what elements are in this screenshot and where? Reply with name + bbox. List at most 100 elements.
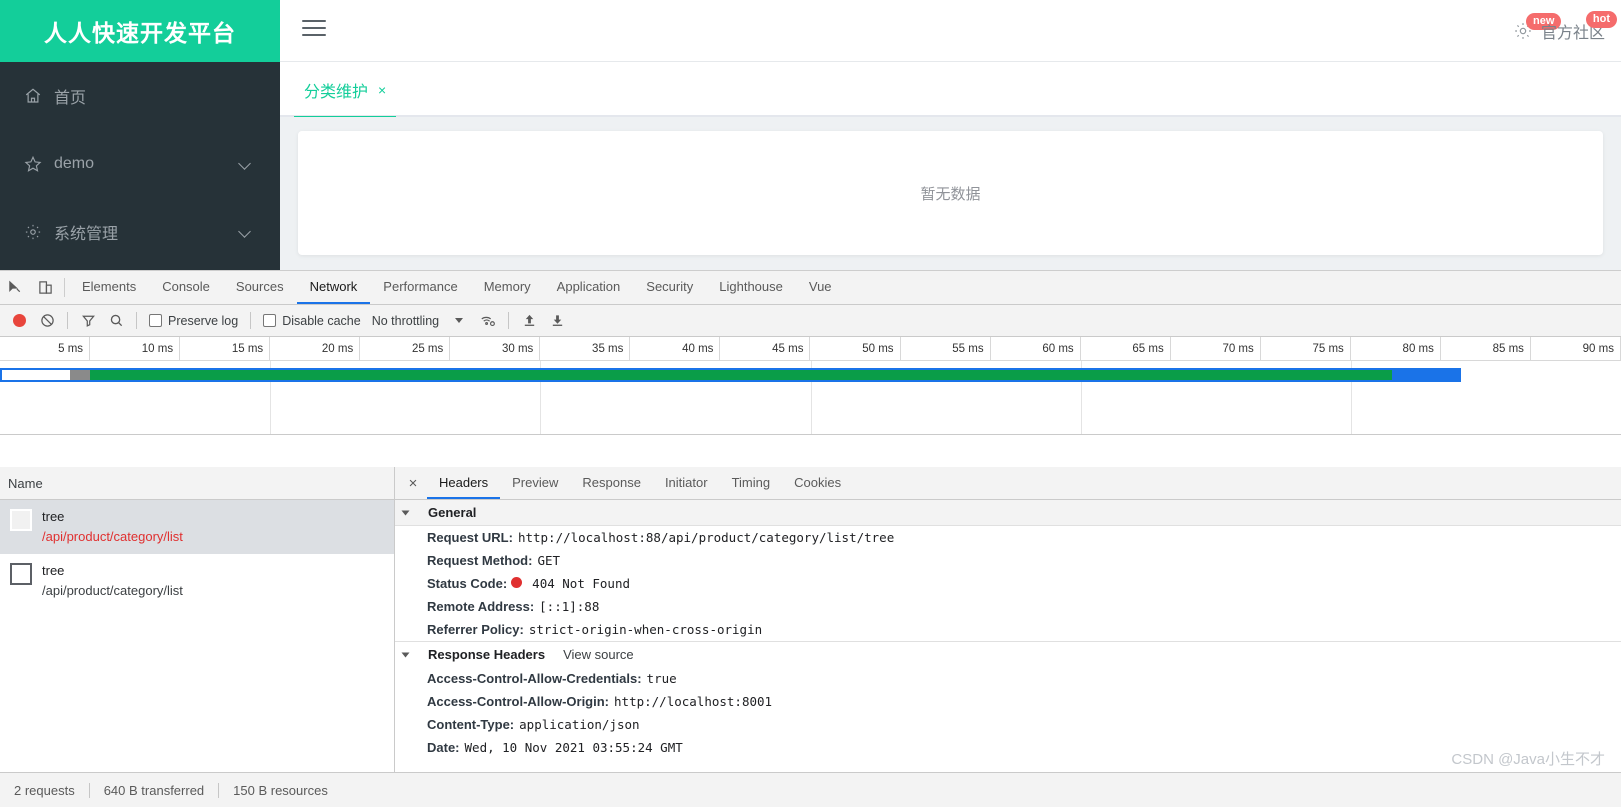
- timeline-tick: 55 ms: [901, 337, 991, 361]
- sidebar-item-demo[interactable]: demo: [0, 130, 280, 198]
- sidebar-item-home[interactable]: 首页: [0, 62, 280, 130]
- page-content: 暂无数据: [280, 117, 1621, 270]
- devtools-tab-console[interactable]: Console: [149, 271, 223, 304]
- header-key: Access-Control-Allow-Origin:: [427, 694, 610, 709]
- detail-tab-timing[interactable]: Timing: [720, 467, 783, 499]
- column-header-name: Name: [8, 475, 43, 491]
- clear-icon[interactable]: [34, 309, 60, 333]
- close-icon[interactable]: ×: [399, 467, 427, 499]
- hamburger-icon[interactable]: [302, 20, 326, 40]
- timeline-tick: 35 ms: [540, 337, 631, 361]
- devtools-tab-security[interactable]: Security: [633, 271, 706, 304]
- header-key: Referrer Policy:: [427, 622, 524, 637]
- sidebar-item-system[interactable]: 系统管理: [0, 198, 280, 266]
- devtools-tab-memory[interactable]: Memory: [471, 271, 544, 304]
- devtools-tab-network[interactable]: Network: [296, 271, 371, 304]
- throttling-select[interactable]: No throttling: [368, 314, 443, 328]
- chevron-down-icon: [401, 652, 410, 657]
- timeline-bar-green: [90, 370, 1392, 380]
- header-value: GET: [537, 553, 561, 568]
- request-name: tree: [42, 563, 65, 578]
- timeline-tick: 20 ms: [270, 337, 361, 361]
- devtools-tab-sources[interactable]: Sources: [223, 271, 297, 304]
- request-type-icon: [10, 563, 32, 585]
- timeline-tick: 85 ms: [1441, 337, 1531, 361]
- search-icon[interactable]: [103, 309, 129, 333]
- network-toolbar: Preserve log Disable cache No throttling: [0, 305, 1621, 337]
- devtools-tab-performance[interactable]: Performance: [370, 271, 470, 304]
- community-link[interactable]: 官方社区 hot: [1541, 11, 1617, 43]
- download-har-icon[interactable]: [544, 309, 570, 333]
- header-value: Wed, 10 Nov 2021 03:55:24 GMT: [464, 740, 683, 755]
- chevron-down-icon: [240, 226, 252, 238]
- devtools-tab-lighthouse[interactable]: Lighthouse: [706, 271, 796, 304]
- request-list-header[interactable]: Name: [0, 467, 394, 500]
- request-rows: tree/api/product/category/list tree/api/p…: [0, 500, 394, 608]
- inspect-element-icon[interactable]: [0, 271, 30, 304]
- request-row[interactable]: tree/api/product/category/list: [0, 500, 394, 554]
- timeline-tick: 25 ms: [360, 337, 451, 361]
- devtools-tab-application[interactable]: Application: [544, 271, 634, 304]
- response-headers-section-header[interactable]: Response Headers View source: [395, 641, 1621, 667]
- header-row: Request Method: GET: [395, 549, 1621, 572]
- detail-tab-preview[interactable]: Preview: [500, 467, 570, 499]
- timeline-tick: 10 ms: [90, 337, 181, 361]
- detail-tab-cookies[interactable]: Cookies: [782, 467, 853, 499]
- header-row: Access-Control-Allow-Origin: http://local…: [395, 690, 1621, 713]
- divider: [508, 312, 510, 329]
- chevron-down-icon: [240, 158, 252, 170]
- request-row[interactable]: tree/api/product/category/list: [0, 554, 394, 608]
- tab-label: 分类维护: [304, 83, 369, 101]
- devtools-tab-bar: Elements Console Sources Network Performance…: [0, 271, 1621, 305]
- tab-category-maintenance[interactable]: 分类维护 ×: [294, 62, 397, 119]
- header-value: http://localhost:88/api/product/category…: [517, 530, 895, 545]
- network-main: Name tree/api/product/category/list tree /…: [0, 467, 1621, 772]
- header-key: Request URL:: [427, 530, 513, 545]
- settings-button[interactable]: new: [1513, 13, 1562, 41]
- detail-tab-response[interactable]: Response: [570, 467, 653, 499]
- filter-icon[interactable]: [75, 309, 101, 333]
- timeline-tick: 45 ms: [720, 337, 811, 361]
- general-section-header[interactable]: General: [395, 500, 1621, 526]
- header-row: Status Code: 404 Not Found: [395, 572, 1621, 595]
- gear-icon: [24, 223, 50, 241]
- request-path: /api/product/category/list: [42, 583, 183, 598]
- detail-tab-headers[interactable]: Headers: [427, 467, 501, 499]
- timeline-tick: 40 ms: [630, 337, 721, 361]
- response-header-rows: Access-Control-Allow-Credentials: true Acc…: [395, 667, 1621, 759]
- devtools-tab-vue[interactable]: Vue: [796, 271, 845, 304]
- disable-cache-checkbox[interactable]: Disable cache: [258, 314, 366, 328]
- header-row: Content-Type: application/json: [395, 713, 1621, 736]
- device-toolbar-icon[interactable]: [30, 271, 60, 304]
- detail-tab-initiator[interactable]: Initiator: [653, 467, 720, 499]
- divider: [250, 312, 252, 329]
- request-type-icon: [10, 509, 32, 531]
- checkbox-box: [149, 314, 162, 327]
- preserve-log-checkbox[interactable]: Preserve log: [144, 314, 243, 328]
- request-name: tree: [42, 509, 65, 524]
- record-icon[interactable]: [6, 309, 32, 333]
- upload-har-icon[interactable]: [516, 309, 542, 333]
- headers-body: General Request URL: http://localhost:88/…: [395, 500, 1621, 772]
- network-overview[interactable]: 5 ms 10 ms 15 ms 20 ms 25 ms 30 ms 35 ms 40 ms 4…: [0, 337, 1621, 435]
- timeline-bar-white: [2, 370, 70, 380]
- header-row: Remote Address: [::1]:88: [395, 595, 1621, 618]
- close-icon[interactable]: ×: [378, 82, 386, 98]
- timeline-tick: 50 ms: [811, 337, 901, 361]
- status-resources: 150 B resources: [233, 782, 328, 798]
- header-value: 404 Not Found: [532, 576, 631, 591]
- header-key: Remote Address:: [427, 599, 535, 614]
- devtools-tab-elements[interactable]: Elements: [69, 271, 149, 304]
- sidebar-item-label: 系统管理: [54, 226, 119, 243]
- header-row: Request URL: http://localhost:88/api/prod…: [395, 526, 1621, 549]
- section-title: Response Headers: [428, 647, 546, 662]
- app-logo[interactable]: 人人快速开发平台: [0, 0, 280, 62]
- wifi-settings-icon[interactable]: [475, 309, 501, 333]
- chevron-down-icon[interactable]: [455, 318, 464, 323]
- detail-tab-bar: × Headers Preview Response Initiator Timing C…: [395, 467, 1621, 500]
- category-card: 暂无数据: [298, 131, 1603, 255]
- timeline-tick: 5 ms: [0, 337, 91, 361]
- view-source-link[interactable]: View source: [563, 647, 634, 662]
- status-requests: 2 requests: [14, 782, 75, 798]
- header-key: Content-Type:: [427, 717, 515, 732]
